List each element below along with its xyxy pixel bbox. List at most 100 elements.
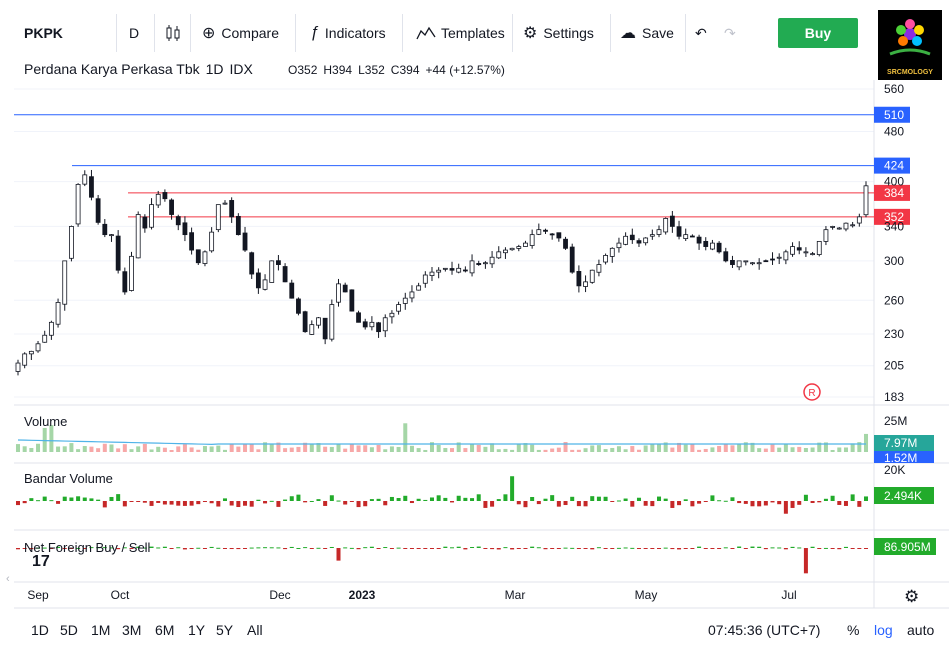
foreign-bar [336, 548, 341, 561]
svg-text:17: 17 [32, 553, 50, 570]
range-6m[interactable]: 6M [155, 622, 174, 638]
bandar-bar [42, 496, 47, 501]
foreign-bar [777, 547, 782, 549]
bandar-pane-title: Bandar Volume [24, 471, 113, 486]
bandar-bar [423, 499, 428, 501]
range-1y[interactable]: 1Y [188, 622, 205, 638]
foreign-bar [723, 547, 728, 549]
candle-body [356, 312, 361, 323]
volume-bar [596, 445, 601, 452]
candle-body [209, 231, 215, 252]
candle-body [516, 246, 522, 249]
volume-bar [703, 448, 708, 452]
range-1d[interactable]: 1D [31, 622, 49, 638]
log-toggle[interactable]: log [874, 622, 893, 638]
bandar-bar [717, 500, 722, 502]
bandar-bar [349, 501, 354, 502]
time-axis-label: Dec [269, 588, 290, 602]
foreign-bar [596, 547, 601, 549]
foreign-bar [376, 548, 381, 549]
foreign-bar [550, 548, 555, 549]
foreign-bar [476, 546, 481, 548]
auto-toggle[interactable]: auto [907, 622, 934, 638]
volume-bar [503, 448, 508, 452]
foreign-bar [423, 548, 428, 549]
volume-bar [777, 447, 782, 452]
bandar-bar [723, 500, 728, 502]
candle-body [823, 229, 829, 242]
foreign-bar [817, 548, 822, 549]
candle-body [249, 252, 255, 275]
volume-bar [309, 444, 314, 452]
bandar-bar [49, 500, 54, 502]
volume-pane-title: Volume [24, 414, 67, 429]
bandar-bar [810, 501, 815, 504]
clock[interactable]: 07:45:36 (UTC+7) [708, 622, 820, 638]
volume-bar [843, 447, 848, 452]
bandar-bar [556, 501, 561, 507]
foreign-bar [610, 548, 615, 549]
percent-toggle[interactable]: % [847, 622, 859, 638]
volume-bar [76, 449, 81, 452]
volume-bar [837, 447, 842, 452]
price-tick-label: 183 [884, 390, 904, 404]
time-axis-label: Oct [111, 588, 130, 602]
candle-body [810, 253, 815, 256]
foreign-bar [343, 547, 348, 549]
volume-axis-tick: 25M [884, 414, 907, 428]
foreign-bar [563, 547, 568, 549]
volume-bar [49, 425, 54, 452]
foreign-bar [810, 546, 815, 548]
foreign-bar [843, 546, 848, 548]
candle-body [696, 236, 702, 244]
range-3m[interactable]: 3M [122, 622, 141, 638]
bandar-bar [636, 497, 641, 501]
bandar-bar [797, 501, 802, 505]
volume-bar [797, 446, 802, 452]
volume-pane [15, 423, 869, 452]
foreign-bar [349, 547, 354, 549]
collapse-arrow-icon[interactable]: ‹ [6, 573, 10, 585]
bandar-axis-tick: 20K [884, 463, 905, 477]
bandar-bar [249, 501, 254, 507]
candle-body [55, 302, 61, 325]
foreign-badge-text: 86.905M [884, 540, 931, 554]
volume-bar [136, 446, 141, 452]
foreign-bar [176, 547, 181, 549]
volume-bar [763, 448, 768, 452]
volume-bar [36, 443, 41, 452]
candle-body [329, 304, 335, 340]
time-axis-gear-icon[interactable]: ⚙ [904, 587, 919, 606]
candle-body [643, 237, 649, 244]
candle-body [422, 274, 428, 284]
range-all[interactable]: All [247, 622, 263, 638]
foreign-bar [510, 548, 515, 550]
volume-bar [196, 449, 201, 452]
range-5y[interactable]: 5Y [216, 622, 233, 638]
volume-bar [436, 445, 441, 452]
volume-bar [697, 449, 702, 452]
bandar-bar [156, 501, 161, 503]
volume-bar [443, 448, 448, 452]
foreign-bar [663, 547, 668, 549]
candle-body [703, 240, 709, 247]
foreign-bar [530, 546, 535, 548]
candle-body [182, 222, 188, 236]
range-5d[interactable]: 5D [60, 622, 78, 638]
candle-body [396, 304, 402, 312]
foreign-bar [369, 546, 374, 548]
price-tick-label: 300 [884, 254, 904, 268]
foreign-bar [797, 547, 802, 549]
foreign-bar [263, 547, 268, 549]
volume-bar [29, 447, 34, 452]
candle-body [469, 260, 475, 274]
bandar-bar [703, 501, 708, 502]
bandar-bar [630, 501, 635, 507]
range-1m[interactable]: 1M [91, 622, 110, 638]
price-chart[interactable]: 510424384352 560480400340300260230205183… [0, 0, 949, 610]
bandar-bar [643, 501, 648, 506]
candle-body [482, 262, 488, 265]
replay-marker[interactable]: R [803, 383, 821, 401]
candle-body [449, 268, 455, 271]
foreign-bar [490, 548, 495, 550]
